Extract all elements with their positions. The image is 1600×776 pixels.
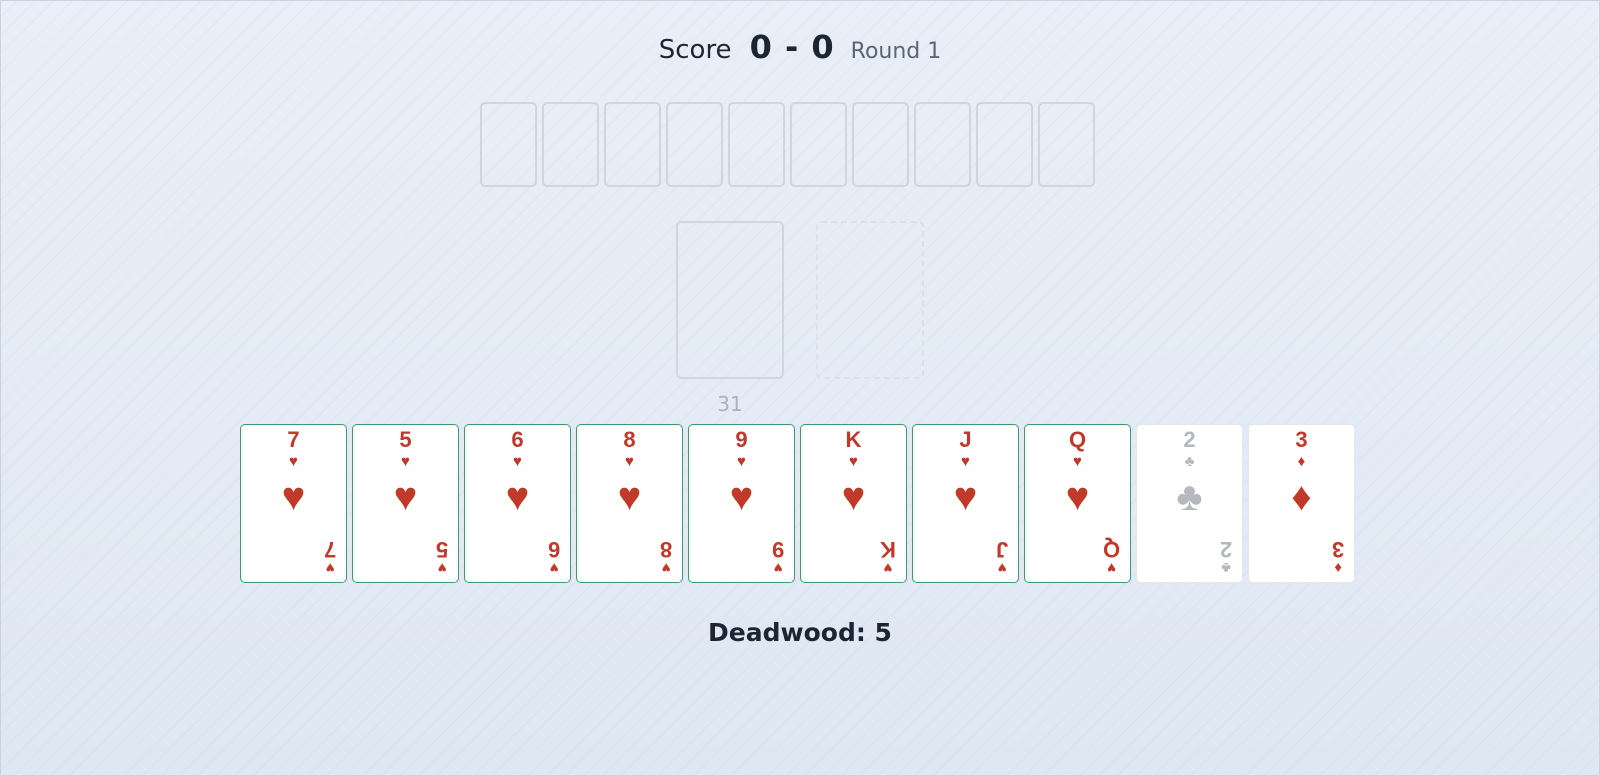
card-rank: 7: [323, 537, 336, 562]
hand-card[interactable]: 2 ♣ ♣ ♣ 2: [1136, 424, 1243, 583]
suit-icon: ♦: [1334, 559, 1342, 576]
suit-icon: ♣: [1220, 559, 1231, 576]
opponent-card: [480, 102, 537, 187]
card-rank: Q: [1102, 537, 1120, 562]
suit-icon: ♥: [953, 475, 978, 519]
deadwood-count: Deadwood: 5: [708, 618, 892, 647]
card-rank: 6: [511, 427, 524, 452]
card-rank: 8: [623, 427, 636, 452]
opponent-card: [728, 102, 785, 187]
card-rank: 3: [1295, 427, 1308, 452]
suit-icon: ♥: [997, 559, 1007, 576]
card-rank: J: [995, 537, 1008, 562]
card-rank: K: [880, 537, 896, 562]
card-rank: Q: [1068, 427, 1087, 452]
card-rank: 7: [287, 427, 300, 452]
score-label: Score: [658, 35, 732, 65]
suit-icon: ♥: [1073, 453, 1082, 470]
suit-icon: ♥: [393, 475, 418, 519]
suit-icon: ♥: [549, 559, 559, 576]
suit-icon: ♥: [1106, 559, 1116, 576]
opponent-card: [914, 102, 971, 187]
suit-icon: ♣: [1184, 453, 1195, 470]
opponent-card: [666, 102, 723, 187]
stock-count: 31: [717, 392, 743, 416]
discard-pile[interactable]: [816, 221, 924, 379]
suit-icon: ♥: [401, 453, 410, 470]
suit-icon: ♥: [505, 475, 530, 519]
hand-card[interactable]: 5 ♥ ♥ ♥ 5: [352, 424, 459, 583]
opponent-card: [852, 102, 909, 187]
hand-card[interactable]: K ♥ ♥ ♥ K: [800, 424, 907, 583]
suit-icon: ♥: [513, 453, 522, 470]
suit-icon: ♥: [737, 453, 746, 470]
card-rank: 8: [659, 537, 672, 562]
hand-card[interactable]: 7 ♥ ♥ ♥ 7: [240, 424, 347, 583]
card-rank: K: [845, 427, 862, 452]
suit-icon: ♥: [661, 559, 671, 576]
suit-icon: ♥: [281, 475, 306, 519]
card-rank: J: [959, 427, 972, 452]
suit-icon: ♥: [773, 559, 783, 576]
suit-icon: ♦: [1297, 453, 1306, 470]
card-rank: 2: [1219, 537, 1232, 562]
opponent-card: [976, 102, 1033, 187]
hand-card[interactable]: Q ♥ ♥ ♥ Q: [1024, 424, 1131, 583]
suit-icon: ♥: [849, 453, 858, 470]
stock-pile[interactable]: [676, 221, 784, 379]
hand-card[interactable]: 3 ♦ ♦ ♦ 3: [1248, 424, 1355, 583]
score-value: 0 - 0: [749, 28, 835, 66]
suit-icon: ♥: [1065, 475, 1090, 519]
card-rank: 2: [1183, 427, 1196, 452]
card-rank: 6: [547, 537, 560, 562]
round-label: Round 1: [850, 39, 942, 64]
suit-icon: ♥: [883, 559, 893, 576]
suit-icon: ♥: [325, 559, 335, 576]
suit-icon: ♣: [1176, 475, 1203, 519]
suit-icon: ♥: [289, 453, 298, 470]
suit-icon: ♥: [961, 453, 970, 470]
hand-card[interactable]: 9 ♥ ♥ ♥ 9: [688, 424, 795, 583]
suit-icon: ♥: [617, 475, 642, 519]
card-rank: 3: [1331, 537, 1344, 562]
score-bar: Score 0 - 0 Round 1: [0, 28, 1600, 66]
opponent-card: [542, 102, 599, 187]
opponent-hand: [480, 102, 1095, 187]
opponent-card: [1038, 102, 1095, 187]
hand-card[interactable]: 8 ♥ ♥ ♥ 8: [576, 424, 683, 583]
card-rank: 5: [399, 427, 412, 452]
hand-card[interactable]: 6 ♥ ♥ ♥ 6: [464, 424, 571, 583]
opponent-card: [790, 102, 847, 187]
hand-card[interactable]: J ♥ ♥ ♥ J: [912, 424, 1019, 583]
suit-icon: ♥: [437, 559, 447, 576]
card-rank: 5: [435, 537, 448, 562]
player-hand: 7 ♥ ♥ ♥ 7 5 ♥ ♥ ♥ 5 6 ♥ ♥ ♥ 6 8 ♥ ♥ ♥ 8 …: [240, 424, 1355, 583]
suit-icon: ♥: [841, 475, 866, 519]
suit-icon: ♥: [729, 475, 754, 519]
card-rank: 9: [771, 537, 784, 562]
suit-icon: ♦: [1291, 475, 1312, 519]
opponent-card: [604, 102, 661, 187]
card-rank: 9: [735, 427, 748, 452]
suit-icon: ♥: [625, 453, 634, 470]
